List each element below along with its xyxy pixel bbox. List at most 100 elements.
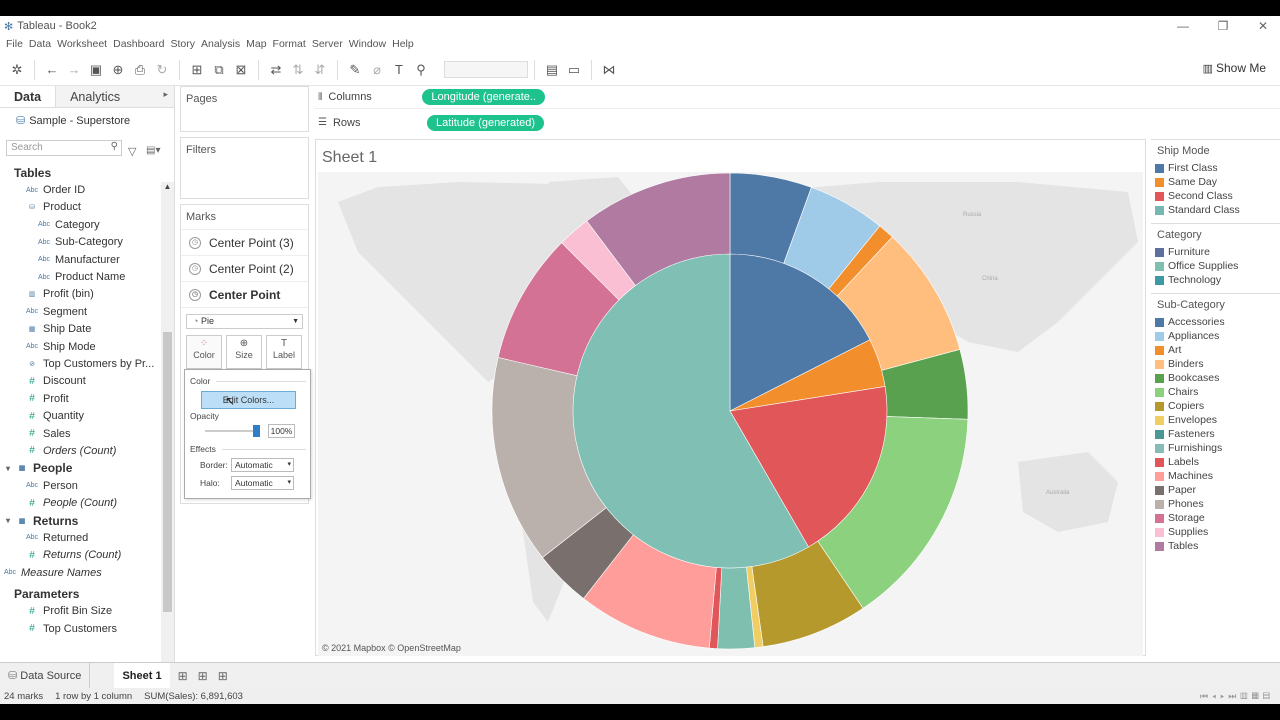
field-item[interactable]: Abc Order ID [0,181,162,198]
labels-icon[interactable]: T [388,59,410,81]
legend-item[interactable]: Envelopes [1151,413,1280,427]
legend-item[interactable]: Furnishings [1151,441,1280,455]
field-item[interactable]: # Top Customers [0,620,162,637]
opacity-slider-thumb[interactable] [253,425,260,437]
field-item[interactable]: ⛁ Product [0,199,162,216]
field-item[interactable]: ⊘ Top Customers by Pr... [0,355,162,372]
tab-analytics[interactable]: Analytics ▸ [55,86,174,107]
map-canvas[interactable]: Russia China Australia [318,172,1143,656]
close-icon[interactable]: ✕ [1248,16,1278,36]
label-button[interactable]: T Label [266,335,302,369]
legend-item[interactable]: Copiers [1151,399,1280,413]
legend-item[interactable]: Phones [1151,497,1280,511]
field-item[interactable]: # People (Count) [0,494,162,511]
field-item[interactable]: Abc Manufacturer [0,251,162,268]
tableau-home-icon[interactable]: ✲ [6,59,28,81]
marks-layer-2[interactable]: ◷ Center Point (2) [181,256,308,282]
legend-item[interactable]: Appliances [1151,329,1280,343]
field-item[interactable]: ▥ Profit (bin) [0,286,162,303]
new-worksheet-icon[interactable]: ⊞ [186,59,208,81]
legend-item[interactable]: Binders [1151,357,1280,371]
field-item[interactable]: Abc Category [0,216,162,233]
field-item[interactable]: Abc Sub-Category [0,234,162,251]
legend-item[interactable]: Paper [1151,483,1280,497]
undo-icon[interactable]: ← [41,59,63,81]
inner-pie[interactable] [572,253,888,569]
legend-item[interactable]: Supplies [1151,525,1280,539]
menu-item-story[interactable]: Story [170,38,195,50]
scroll-thumb[interactable] [163,332,172,612]
field-item[interactable]: # Returns (Count) [0,547,162,564]
clear-sheet-icon[interactable]: ⊠ [230,59,252,81]
color-button[interactable]: ⁘ Color [186,335,222,369]
legend-item[interactable]: Art [1151,343,1280,357]
group-icon[interactable]: ⌀ [366,59,388,81]
columns-pill[interactable]: Longitude (generate.. [422,89,545,105]
table-header[interactable]: ▾ ▦ People [0,460,162,477]
border-select[interactable]: Automatic ▾ [231,458,294,472]
new-dashboard-icon[interactable]: ⊞ [198,669,208,683]
legend-item[interactable]: Bookcases [1151,371,1280,385]
legend-item[interactable]: Labels [1151,455,1280,469]
legend-sub-category[interactable]: Sub-Category Accessories Appliances Art Bind… [1151,293,1280,553]
legend-category[interactable]: Category Furniture Office Supplies Technolo… [1151,223,1280,287]
sheet-tab[interactable]: Sheet 1 [114,662,170,689]
legend-item[interactable]: Machines [1151,469,1280,483]
sort-desc-icon[interactable]: ⇵ [309,59,331,81]
legend-item[interactable]: First Class [1151,161,1280,175]
section-header[interactable]: Tables [0,164,162,181]
field-item[interactable]: Abc Product Name [0,268,162,285]
rows-pill[interactable]: Latitude (generated) [426,114,545,131]
size-button[interactable]: ⊕ Size [226,335,262,369]
scroll-up-icon[interactable]: ▲ [161,182,174,191]
menu-item-map[interactable]: Map [246,38,266,50]
menu-item-server[interactable]: Server [312,38,343,50]
new-sheet-icon[interactable]: ⊞ [178,669,188,683]
tab-data[interactable]: Data [0,86,55,107]
menu-item-worksheet[interactable]: Worksheet [57,38,107,50]
legend-ship-mode[interactable]: Ship Mode First Class Same Day Second Class… [1151,139,1280,217]
menu-item-file[interactable]: File [6,38,23,50]
chevron-right-icon[interactable]: ▸ [163,89,168,100]
presentation-icon[interactable]: ▭ [563,59,585,81]
field-item[interactable]: Abc Person [0,477,162,494]
share-icon[interactable]: ⋈ [598,59,620,81]
duplicate-icon[interactable]: ⧉ [208,59,230,81]
field-item[interactable]: # Sales [0,425,162,442]
legend-item[interactable]: Second Class [1151,189,1280,203]
section-header[interactable]: Parameters [0,585,162,602]
collapse-icon[interactable]: ▾ [6,464,10,473]
menu-item-format[interactable]: Format [273,38,306,50]
edit-colors-button[interactable]: Edit Colors... [201,391,296,409]
collapse-icon[interactable]: ▾ [6,516,10,525]
pause-updates-icon[interactable]: ⎙ [129,59,151,81]
field-item[interactable]: Abc Ship Mode [0,338,162,355]
mark-type-select[interactable]: ◔ Pie ▼ [186,314,303,329]
legend-item[interactable]: Chairs [1151,385,1280,399]
save-icon[interactable]: ▣ [85,59,107,81]
field-item[interactable]: Abc Segment [0,303,162,320]
menu-item-help[interactable]: Help [392,38,414,50]
halo-select[interactable]: Automatic ▾ [231,476,294,490]
legend-item[interactable]: Tables [1151,539,1280,553]
field-item[interactable]: # Quantity [0,407,162,424]
menu-item-analysis[interactable]: Analysis [201,38,240,50]
show-me-button[interactable]: ▥ Show Me [1203,61,1266,75]
legend-item[interactable]: Same Day [1151,175,1280,189]
field-item[interactable]: ▦ Ship Date [0,321,162,338]
swap-icon[interactable]: ⇄ [265,59,287,81]
datasource-item[interactable]: ⛁ Sample - Superstore [0,108,174,134]
highlight-icon[interactable]: ✎ [344,59,366,81]
pin-icon[interactable]: ⚲ [410,59,432,81]
filter-icon[interactable]: ▽ [128,145,136,158]
menu-item-window[interactable]: Window [349,38,386,50]
field-item[interactable]: # Profit Bin Size [0,603,162,620]
card-visibility-icon[interactable]: ▤ [541,59,563,81]
sort-asc-icon[interactable]: ⇅ [287,59,309,81]
new-story-icon[interactable]: ⊞ [218,669,228,683]
menu-item-dashboard[interactable]: Dashboard [113,38,164,50]
minimize-icon[interactable]: — [1168,16,1198,36]
view-options-icon[interactable]: ▤▾ [146,145,160,156]
legend-item[interactable]: Technology [1151,273,1280,287]
data-pane-scrollbar[interactable]: ▲ ▼ [161,182,174,682]
